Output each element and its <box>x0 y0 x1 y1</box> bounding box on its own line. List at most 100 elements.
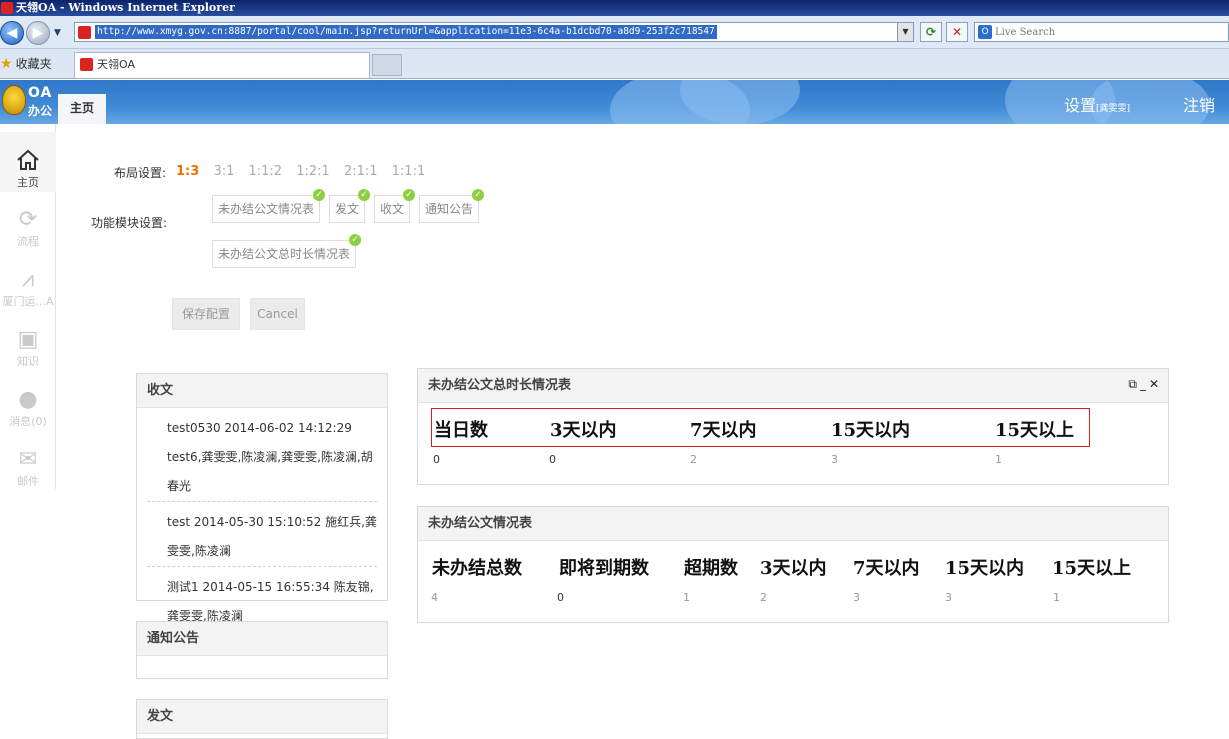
settings-user: [龚雯雯] <box>1096 104 1131 114</box>
minimize-icon[interactable]: _ <box>1140 377 1149 391</box>
settings-link[interactable]: 设置[龚雯雯] <box>1064 92 1130 116</box>
layout-option[interactable]: 1:2:1 <box>296 164 330 179</box>
count-value[interactable]: 0 <box>549 453 556 466</box>
page-favicon-icon <box>78 26 91 39</box>
column-header: 15天以内 <box>945 558 1025 579</box>
shouwen-panel: 收文 test0530 2014-06-02 14:12:29 test6,龚雯… <box>136 373 388 632</box>
count-value[interactable]: 1 <box>683 591 690 604</box>
check-icon: ✓ <box>349 234 362 246</box>
app-logo: OA 办公 <box>2 83 56 121</box>
highlight-box <box>431 408 1090 447</box>
column-header: 3天以内 <box>760 558 827 579</box>
count-value[interactable]: 0 <box>557 591 564 604</box>
favorites-button[interactable]: ★ 收藏夹 <box>0 55 52 73</box>
panel-title: 未办结公文情况表 <box>418 507 1168 541</box>
browser-tab[interactable]: 天翎OA <box>74 52 370 78</box>
list-item[interactable]: test0530 2014-06-02 14:12:29 test6,龚雯雯,陈… <box>147 408 377 502</box>
live-search-box[interactable]: O <box>974 22 1229 42</box>
column-header: 15天以上 <box>1052 558 1132 579</box>
refresh-button[interactable]: ⟳ <box>920 22 942 42</box>
tab-home[interactable]: 主页 <box>58 94 106 124</box>
sidebar-item-knowledge[interactable]: ▣ 知识 <box>0 311 56 371</box>
panel-controls: ⧉_✕ <box>1128 377 1162 392</box>
count-value[interactable]: 0 <box>433 453 440 466</box>
back-button[interactable]: ◀ <box>0 21 24 45</box>
count-value[interactable]: 3 <box>945 591 952 604</box>
count-value[interactable]: 1 <box>995 453 1002 466</box>
column-header: 即将到期数 <box>559 558 649 579</box>
address-dropdown-icon[interactable]: ▼ <box>897 23 913 41</box>
panel-title: 收文 <box>137 374 387 408</box>
module-chip[interactable]: 未办结公文情况表 ✓ <box>212 189 326 223</box>
favorites-bar: ★ 收藏夹 天翎OA <box>0 49 1229 79</box>
sidebar-item-messages[interactable]: ● 消息(0) <box>0 371 56 431</box>
outlook-icon: O <box>978 25 992 39</box>
app-icon <box>1 2 13 14</box>
check-icon: ✓ <box>358 189 371 201</box>
logout-link[interactable]: 注销 <box>1183 92 1215 116</box>
history-dropdown-icon[interactable]: ▼ <box>54 28 61 38</box>
window-title-bar: 天翎OA - Windows Internet Explorer <box>0 0 1229 16</box>
panel-title: 未办结公文总时长情况表 <box>418 369 1168 403</box>
count-value[interactable]: 3 <box>853 591 860 604</box>
count-value[interactable]: 2 <box>690 453 697 466</box>
module-settings-label: 功能模块设置: <box>91 216 168 230</box>
count-value[interactable]: 1 <box>1053 591 1060 604</box>
sidebar-item-workflow[interactable]: ⟳ 流程 <box>0 191 56 251</box>
column-header: 当日数 <box>434 420 488 441</box>
layout-option[interactable]: 2:1:1 <box>344 164 378 179</box>
count-value[interactable]: 3 <box>831 453 838 466</box>
duration-panel: 未办结公文总时长情况表 ⧉_✕ 当日数 3天以内 7天以内 15天以内 15天以… <box>417 368 1169 485</box>
address-bar-row: ◀ ▶ ▼ http://www.xmyg.gov.cn:8887/portal… <box>0 16 1229 49</box>
close-icon[interactable]: ✕ <box>1149 377 1162 391</box>
sidebar-item-mail[interactable]: ✉ 邮件 <box>0 431 56 491</box>
stop-button[interactable]: ✕ <box>946 22 968 42</box>
check-icon: ✓ <box>313 189 326 201</box>
user-icon: ● <box>18 387 38 412</box>
count-value[interactable]: 4 <box>431 591 438 604</box>
check-icon: ✓ <box>472 189 485 201</box>
column-header: 7天以内 <box>690 420 757 441</box>
module-chip[interactable]: 通知公告 ✓ <box>419 189 485 223</box>
sidebar-item-home[interactable]: 主页 <box>0 132 56 192</box>
module-chip[interactable]: 未办结公文总时长情况表 ✓ <box>212 234 362 268</box>
url-text[interactable]: http://www.xmyg.gov.cn:8887/portal/cool/… <box>95 25 717 39</box>
column-header: 超期数 <box>684 558 738 579</box>
layout-option[interactable]: 1:3 <box>176 164 199 179</box>
count-value[interactable]: 2 <box>760 591 767 604</box>
layout-settings-label: 布局设置: <box>114 166 167 180</box>
cancel-button[interactable]: Cancel <box>250 298 305 330</box>
column-header: 15天以内 <box>831 420 911 441</box>
sidebar-item-xiamen[interactable]: ⩘ 厦门运...A <box>0 251 56 311</box>
check-icon: ✓ <box>403 189 416 201</box>
notice-panel: 通知公告 <box>136 621 388 679</box>
panel-title: 发文 <box>137 700 387 734</box>
module-chip[interactable]: 发文 ✓ <box>329 189 371 223</box>
refresh-icon: ⟳ <box>18 207 38 232</box>
list-item[interactable]: test 2014-05-30 15:10:52 施红兵,龚雯雯,陈凌澜 <box>147 502 377 567</box>
search-input[interactable] <box>995 24 1225 40</box>
layout-option[interactable]: 3:1 <box>213 164 234 179</box>
layout-option[interactable]: 1:1:2 <box>249 164 283 179</box>
module-chip[interactable]: 收文 ✓ <box>374 189 416 223</box>
knowledge-icon: ▣ <box>17 327 39 352</box>
save-config-button[interactable]: 保存配置 <box>172 298 240 330</box>
restore-icon[interactable]: ⧉ <box>1128 377 1140 391</box>
emblem-icon <box>2 85 26 115</box>
tab-title: 天翎OA <box>97 58 135 71</box>
fawen-panel: 发文 <box>136 699 388 739</box>
mail-icon: ✉ <box>18 447 38 472</box>
layout-options: 1:3 3:1 1:1:2 1:2:1 2:1:1 1:1:1 <box>176 164 435 179</box>
layout-option[interactable]: 1:1:1 <box>392 164 426 179</box>
compass-icon: ⩘ <box>21 267 35 292</box>
column-header: 15天以上 <box>995 420 1075 441</box>
column-header: 7天以内 <box>853 558 920 579</box>
panel-title: 通知公告 <box>137 622 387 656</box>
forward-button[interactable]: ▶ <box>26 21 50 45</box>
app-header: OA 办公 主页 设置[龚雯雯] 注销 <box>0 80 1229 124</box>
tab-favicon-icon <box>80 58 93 71</box>
new-tab-button[interactable] <box>372 54 402 76</box>
left-sidebar: 主页 ⟳ 流程 ⩘ 厦门运...A ▣ 知识 ● 消息(0) ✉ 邮件 <box>0 124 56 489</box>
address-bar[interactable]: http://www.xmyg.gov.cn:8887/portal/cool/… <box>74 22 914 42</box>
star-icon: ★ <box>0 56 13 72</box>
